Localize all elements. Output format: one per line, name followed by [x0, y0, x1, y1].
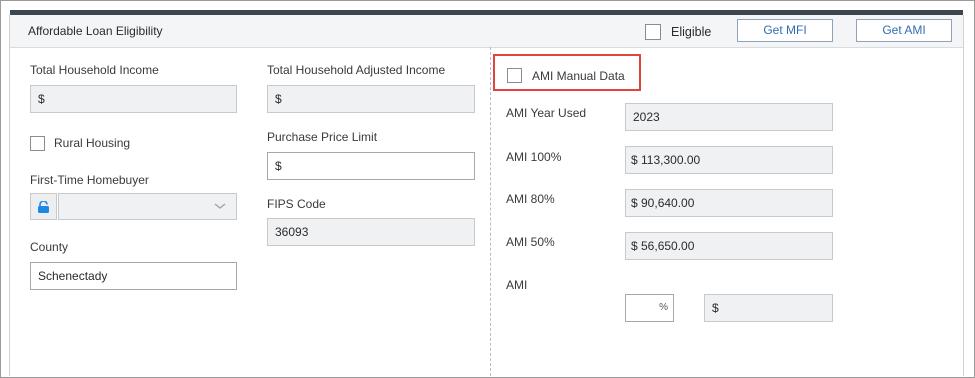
ami-amount-field[interactable]: $	[704, 294, 833, 322]
panel-right-border	[963, 15, 964, 376]
first-time-homebuyer-select[interactable]	[58, 193, 237, 220]
eligible-checkbox[interactable]	[645, 24, 661, 40]
ami-100-field[interactable]: $ 113,300.00	[625, 146, 833, 174]
ami-80-label: AMI 80%	[506, 192, 555, 206]
fips-code-label: FIPS Code	[267, 197, 326, 211]
ami-100-label: AMI 100%	[506, 150, 562, 164]
purchase-price-limit-field[interactable]: $	[267, 152, 475, 180]
ami-percent-field[interactable]: %	[625, 294, 674, 322]
panel-left-border	[9, 15, 10, 376]
percent-symbol: %	[659, 302, 668, 313]
panel-title: Affordable Loan Eligibility	[28, 24, 163, 38]
county-field[interactable]: Schenectady	[30, 262, 237, 290]
total-household-adjusted-income-label: Total Household Adjusted Income	[267, 63, 446, 77]
rural-housing-checkbox[interactable]	[30, 136, 45, 151]
total-household-income-field[interactable]: $	[30, 85, 237, 113]
ami-label: AMI	[506, 278, 528, 292]
get-mfi-button[interactable]: Get MFI	[737, 19, 833, 42]
get-ami-button[interactable]: Get AMI	[856, 19, 952, 42]
ami-80-field[interactable]: $ 90,640.00	[625, 189, 833, 217]
lock-icon	[38, 201, 49, 213]
rural-housing-label: Rural Housing	[54, 136, 131, 150]
first-time-homebuyer-label: First-Time Homebuyer	[30, 173, 149, 187]
ami-50-label: AMI 50%	[506, 235, 555, 249]
ami-manual-data-checkbox[interactable]	[507, 68, 522, 83]
ami-manual-data-label: AMI Manual Data	[532, 69, 625, 83]
eligible-label: Eligible	[671, 25, 712, 39]
ami-year-used-label: AMI Year Used	[506, 106, 587, 120]
ami-year-used-field[interactable]: 2023	[625, 103, 833, 131]
total-household-adjusted-income-field[interactable]: $	[267, 85, 475, 113]
chevron-down-icon	[214, 203, 226, 209]
purchase-price-limit-label: Purchase Price Limit	[267, 130, 378, 144]
total-household-income-label: Total Household Income	[30, 63, 159, 77]
ami-50-field[interactable]: $ 56,650.00	[625, 232, 833, 260]
lock-toggle-button[interactable]	[30, 193, 57, 220]
county-label: County	[30, 240, 69, 254]
fips-code-field[interactable]: 36093	[267, 218, 475, 246]
column-divider	[490, 47, 491, 376]
